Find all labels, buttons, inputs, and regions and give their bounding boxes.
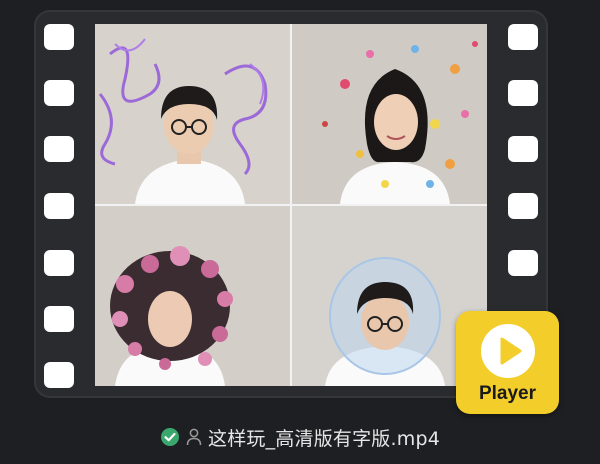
film-hole-left [44, 24, 74, 50]
film-hole-left [44, 193, 74, 219]
film-hole-right [508, 193, 538, 219]
video-file-tile[interactable]: Player 这样玩_高清版有字版.mp4 [0, 0, 600, 464]
film-hole-left [44, 250, 74, 276]
film-hole-right [508, 250, 538, 276]
player-badge[interactable]: Player [456, 311, 559, 414]
film-hole-left [44, 80, 74, 106]
player-label: Player [478, 383, 537, 404]
film-hole-right [508, 136, 538, 162]
film-hole-left [44, 362, 74, 388]
play-icon [481, 324, 535, 378]
person-icon [186, 428, 202, 446]
film-hole-left [44, 306, 74, 332]
film-hole-left [44, 136, 74, 162]
video-thumbnail [95, 24, 487, 386]
film-hole-right [508, 24, 538, 50]
film-hole-right [508, 80, 538, 106]
file-name[interactable]: 这样玩_高清版有字版.mp4 [208, 424, 440, 451]
file-caption: 这样玩_高清版有字版.mp4 [0, 424, 600, 451]
check-circle-icon [160, 427, 180, 447]
